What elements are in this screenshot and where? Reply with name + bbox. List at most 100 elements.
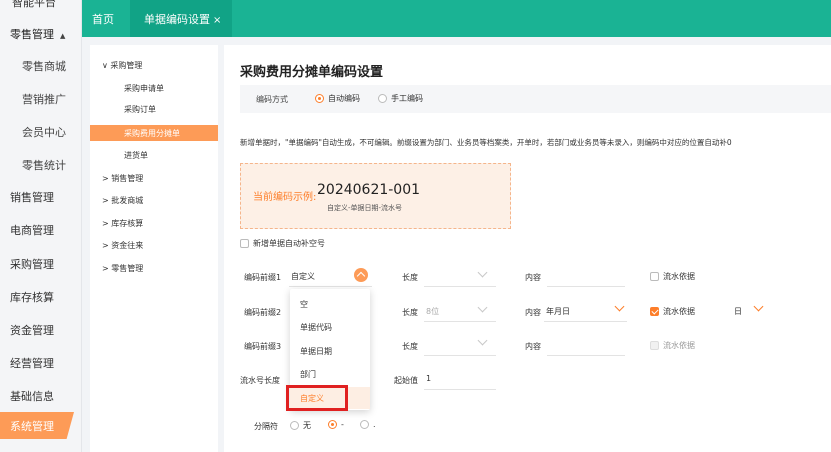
prefix3-label: 编码前缀3 [244,342,282,351]
prefix2-label: 编码前缀2 [244,308,282,317]
radio-checked-icon [315,94,324,103]
example-label: 当前编码示例: [253,192,317,203]
prefix1-content-label: 内容 [525,273,541,282]
prefix1-content-input[interactable] [547,265,625,287]
example-value: 20240621-001 [317,182,421,198]
serial-unit-select[interactable]: 日 [734,306,742,317]
serial-length-label: 流水号长度 [240,376,280,385]
dropdown-option-department[interactable]: 部门 [290,363,370,385]
prefix1-length-label: 长度 [402,273,418,282]
annotation-highlight-box [286,385,348,411]
separator-dash-radio[interactable]: - [328,420,344,429]
checkbox-label: 流水依据 [663,272,695,281]
dropdown-option-doc-date[interactable]: 单据日期 [290,340,370,362]
sidebar-item-operations[interactable]: 经营管理 [10,355,54,371]
tree-node-label: 采购管理 [110,61,143,70]
checkbox-label: 新增单据自动补空号 [253,239,325,248]
separator-label: 分隔符 [254,422,278,431]
page-title: 采购费用分摊单编码设置 [240,65,384,80]
prefix1-serial-checkbox[interactable]: 流水依据 [650,271,695,282]
close-icon[interactable]: × [213,15,221,26]
prefix1-length-select[interactable] [424,265,496,287]
left-sidebar: 智能平台 零售管理 ▲ 零售商城 营销推广 会员中心 零售统计 销售管理 电商管理… [0,0,82,452]
prefix3-length-label: 长度 [402,342,418,351]
tree-node-label: 零售管理 [111,264,144,273]
expand-icon: ∨ [102,61,108,70]
tree-node-label: 资金往来 [111,241,144,250]
sidebar-item-inventory[interactable]: 库存核算 [10,289,54,305]
radio-label: - [341,420,344,429]
prefix2-content-label: 内容 [525,308,541,317]
start-value-input[interactable]: 1 [424,368,496,390]
description-text: 新增单据时，"单据编码"自动生成，不可编辑。前缀设置为部门、业务员等档案类，开单… [240,138,732,147]
caret-up-icon: ▲ [60,32,66,40]
select-value: 自定义 [291,272,315,281]
checkbox-checked-icon [650,307,659,316]
sidebar-sub-member-center[interactable]: 会员中心 [22,124,66,140]
radio-checked-icon [328,420,337,429]
checkbox-unchecked-icon [650,272,659,281]
example-box: 当前编码示例: 20240621-001 自定义-单据日期-流水号 [240,163,511,229]
sidebar-item-system[interactable]: 系统管理 [0,412,74,439]
prefix2-content-select[interactable]: 年月日 [544,300,627,322]
fill-gap-checkbox[interactable]: 新增单据自动补空号 [240,238,325,249]
tree-node-wholesale[interactable]: > 批发商城 [102,195,143,206]
tree-node-purchase-expense-allocation[interactable]: 采购费用分摊单 [90,125,218,141]
tree-node-funds[interactable]: > 资金往来 [102,240,143,251]
radio-label: . [373,420,376,429]
chevron-right-icon: > [102,264,109,273]
start-value-label: 起始值 [394,376,418,385]
radio-label: 自动编码 [328,94,360,103]
separator-dot-radio[interactable]: . [360,420,376,429]
tab-code-settings[interactable]: 单据编码设置 × [130,0,232,37]
tree-node-sales[interactable]: > 销售管理 [102,173,143,184]
example-format: 自定义-单据日期-流水号 [327,204,403,212]
tree-node-label: 批发商城 [111,196,144,205]
tree-node-receiving[interactable]: 进货单 [124,150,148,161]
chevron-up-icon[interactable] [354,268,368,282]
coding-mode-bar: 编码方式 自动编码 手工编码 [240,85,831,113]
sidebar-sub-retail-mall[interactable]: 零售商城 [22,58,66,74]
prefix3-content-input[interactable] [547,334,625,356]
separator-none-radio[interactable]: 无 [290,420,311,431]
radio-label: 无 [303,421,311,430]
tab-home[interactable]: 首页 [92,11,114,27]
tree-node-label: 库存核算 [111,219,144,228]
chevron-right-icon: > [102,241,109,250]
mode-manual-radio[interactable]: 手工编码 [378,93,423,104]
sidebar-sub-marketing[interactable]: 营销推广 [22,91,66,107]
tree-node-label: 销售管理 [111,174,144,183]
select-value: 年月日 [546,307,570,316]
tree-node-inventory[interactable]: > 库存核算 [102,218,143,229]
tree-node-purchase-request[interactable]: 采购申请单 [124,83,164,94]
checkbox-disabled-icon [650,341,659,350]
prefix2-serial-checkbox[interactable]: 流水依据 [650,306,695,317]
tree-node-retail[interactable]: > 零售管理 [102,263,143,274]
prefix2-length-select[interactable]: 8位 [424,300,496,322]
prefix2-length-label: 长度 [402,308,418,317]
radio-unchecked-icon [360,420,369,429]
sidebar-item-purchase[interactable]: 采购管理 [10,256,54,272]
sidebar-item-ecommerce[interactable]: 电商管理 [10,222,54,238]
radio-unchecked-icon [378,94,387,103]
radio-unchecked-icon [290,421,299,430]
dropdown-option-empty[interactable]: 空 [290,293,370,315]
coding-mode-label: 编码方式 [256,95,288,104]
sidebar-item-label: 零售管理 [10,28,54,41]
tree-node-purchase-order[interactable]: 采购订单 [124,104,156,115]
sidebar-item-top-cut[interactable]: 智能平台 [12,0,56,10]
sidebar-item-sales[interactable]: 销售管理 [10,189,54,205]
sidebar-item-basic-info[interactable]: 基础信息 [10,388,54,404]
chevron-right-icon: > [102,219,109,228]
dropdown-option-doc-code[interactable]: 单据代码 [290,316,370,338]
chevron-right-icon: > [102,174,109,183]
checkbox-unchecked-icon [240,239,249,248]
mode-auto-radio[interactable]: 自动编码 [315,93,360,104]
tree-node-purchase[interactable]: ∨ 采购管理 [102,60,142,71]
document-tree: ∨ 采购管理 采购申请单 采购订单 采购费用分摊单 进货单 > 销售管理 > 批… [90,45,218,452]
chevron-down-icon [753,301,764,312]
sidebar-item-retail[interactable]: 零售管理 ▲ [10,26,65,42]
prefix3-serial-checkbox[interactable]: 流水依据 [650,340,695,351]
sidebar-sub-retail-stats[interactable]: 零售统计 [22,157,66,173]
sidebar-item-funds[interactable]: 资金管理 [10,322,54,338]
